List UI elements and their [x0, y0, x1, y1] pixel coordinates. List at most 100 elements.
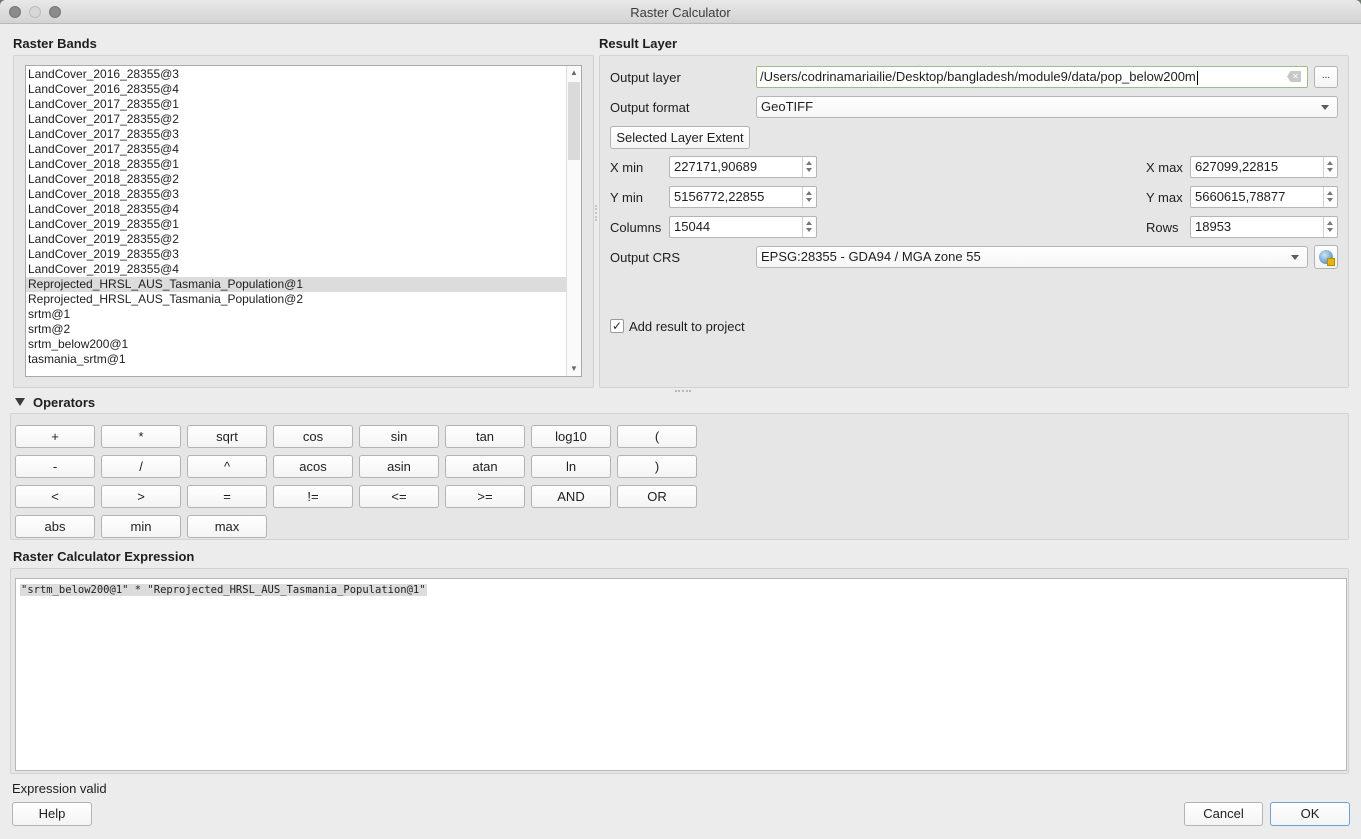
raster-band-item[interactable]: LandCover_2018_28355@4 — [26, 202, 566, 217]
rows-spinbox[interactable]: 18953 — [1190, 216, 1338, 238]
raster-band-item[interactable]: LandCover_2017_28355@4 — [26, 142, 566, 157]
operator-button[interactable]: > — [101, 485, 181, 508]
raster-band-item[interactable]: LandCover_2016_28355@4 — [26, 82, 566, 97]
xmax-spinbox[interactable]: 627099,22815 — [1190, 156, 1338, 178]
decrement-icon[interactable] — [1327, 228, 1333, 232]
operator-button[interactable]: ( — [617, 425, 697, 448]
bands-scrollbar[interactable]: ▲ ▼ — [566, 66, 581, 376]
xmax-value: 627099,22815 — [1195, 159, 1279, 174]
operator-button[interactable]: log10 — [531, 425, 611, 448]
scroll-up-icon[interactable]: ▲ — [567, 66, 581, 80]
operator-button[interactable]: = — [187, 485, 267, 508]
decrement-icon[interactable] — [806, 198, 812, 202]
add-to-project-label[interactable]: Add result to project — [629, 319, 745, 334]
help-button[interactable]: Help — [12, 802, 92, 826]
cancel-button[interactable]: Cancel — [1184, 802, 1263, 826]
increment-icon[interactable] — [1327, 221, 1333, 225]
xmin-stepper[interactable] — [802, 157, 816, 177]
raster-band-item[interactable]: Reprojected_HRSL_AUS_Tasmania_Population… — [26, 277, 566, 292]
operator-button[interactable]: < — [15, 485, 95, 508]
operator-button[interactable]: abs — [15, 515, 95, 538]
operator-button[interactable]: min — [101, 515, 181, 538]
operator-button[interactable]: sin — [359, 425, 439, 448]
clear-input-icon[interactable]: ✕ — [1287, 71, 1301, 82]
operator-button[interactable]: ^ — [187, 455, 267, 478]
select-crs-button[interactable] — [1314, 245, 1338, 269]
raster-band-item[interactable]: tasmania_srtm@1 — [26, 352, 566, 367]
operator-button[interactable]: <= — [359, 485, 439, 508]
output-crs-select[interactable]: EPSG:28355 - GDA94 / MGA zone 55 — [756, 246, 1308, 268]
ymax-stepper[interactable] — [1323, 187, 1337, 207]
operator-button[interactable]: ) — [617, 455, 697, 478]
columns-stepper[interactable] — [802, 217, 816, 237]
add-to-project-checkbox[interactable]: ✓ — [610, 319, 624, 333]
collapse-triangle-icon[interactable] — [15, 398, 25, 406]
operator-button[interactable]: max — [187, 515, 267, 538]
title-bar[interactable]: Raster Calculator — [0, 0, 1361, 24]
raster-band-item[interactable]: srtm@1 — [26, 307, 566, 322]
operator-button[interactable]: acos — [273, 455, 353, 478]
raster-band-item[interactable]: LandCover_2019_28355@3 — [26, 247, 566, 262]
operator-button[interactable]: tan — [445, 425, 525, 448]
increment-icon[interactable] — [806, 161, 812, 165]
operators-heading[interactable]: Operators — [33, 395, 95, 410]
raster-band-item[interactable]: LandCover_2017_28355@2 — [26, 112, 566, 127]
scroll-down-icon[interactable]: ▼ — [567, 362, 581, 376]
ymax-value: 5660615,78877 — [1195, 189, 1286, 204]
increment-icon[interactable] — [806, 191, 812, 195]
raster-band-item[interactable]: LandCover_2017_28355@3 — [26, 127, 566, 142]
raster-band-item[interactable]: srtm_below200@1 — [26, 337, 566, 352]
operator-button[interactable]: sqrt — [187, 425, 267, 448]
ok-button[interactable]: OK — [1270, 802, 1350, 826]
decrement-icon[interactable] — [1327, 198, 1333, 202]
browse-output-button[interactable]: ... — [1314, 66, 1338, 88]
raster-band-item[interactable]: LandCover_2017_28355@1 — [26, 97, 566, 112]
vertical-splitter-handle[interactable] — [595, 205, 597, 221]
decrement-icon[interactable] — [806, 228, 812, 232]
operator-button[interactable]: / — [101, 455, 181, 478]
horizontal-splitter-handle[interactable] — [675, 390, 691, 392]
operator-button[interactable]: != — [273, 485, 353, 508]
output-format-select[interactable]: GeoTIFF — [756, 96, 1338, 118]
ymin-stepper[interactable] — [802, 187, 816, 207]
increment-icon[interactable] — [1327, 161, 1333, 165]
raster-band-item[interactable]: LandCover_2018_28355@1 — [26, 157, 566, 172]
operator-button[interactable]: AND — [531, 485, 611, 508]
selected-layer-extent-button[interactable]: Selected Layer Extent — [610, 126, 750, 149]
operator-button[interactable]: * — [101, 425, 181, 448]
scroll-thumb[interactable] — [568, 82, 580, 160]
columns-spinbox[interactable]: 15044 — [669, 216, 817, 238]
raster-band-item[interactable]: LandCover_2019_28355@2 — [26, 232, 566, 247]
decrement-icon[interactable] — [806, 168, 812, 172]
xmax-stepper[interactable] — [1323, 157, 1337, 177]
operator-button[interactable]: asin — [359, 455, 439, 478]
operator-button[interactable]: OR — [617, 485, 697, 508]
operator-button[interactable]: atan — [445, 455, 525, 478]
ymin-label: Y min — [610, 190, 643, 205]
rows-stepper[interactable] — [1323, 217, 1337, 237]
raster-band-item[interactable]: srtm@2 — [26, 322, 566, 337]
raster-band-item[interactable]: Reprojected_HRSL_AUS_Tasmania_Population… — [26, 292, 566, 307]
operator-button[interactable]: + — [15, 425, 95, 448]
operator-button[interactable]: >= — [445, 485, 525, 508]
raster-bands-list[interactable]: LandCover_2016_28355@3 LandCover_2016_283… — [25, 65, 582, 377]
raster-band-item[interactable]: LandCover_2018_28355@2 — [26, 172, 566, 187]
xmin-spinbox[interactable]: 227171,90689 — [669, 156, 817, 178]
decrement-icon[interactable] — [1327, 168, 1333, 172]
ymin-value: 5156772,22855 — [674, 189, 765, 204]
raster-band-item[interactable]: LandCover_2016_28355@3 — [26, 67, 566, 82]
raster-band-item[interactable]: LandCover_2018_28355@3 — [26, 187, 566, 202]
operator-button[interactable]: - — [15, 455, 95, 478]
increment-icon[interactable] — [1327, 191, 1333, 195]
output-crs-value: EPSG:28355 - GDA94 / MGA zone 55 — [761, 249, 981, 264]
operator-button[interactable]: ln — [531, 455, 611, 478]
raster-band-item[interactable]: LandCover_2019_28355@4 — [26, 262, 566, 277]
increment-icon[interactable] — [806, 221, 812, 225]
expression-editor[interactable]: "srtm_below200@1" * "Reprojected_HRSL_AU… — [15, 578, 1347, 771]
ymax-spinbox[interactable]: 5660615,78877 — [1190, 186, 1338, 208]
raster-bands-items: LandCover_2016_28355@3 LandCover_2016_283… — [26, 67, 566, 367]
operator-button[interactable]: cos — [273, 425, 353, 448]
ymin-spinbox[interactable]: 5156772,22855 — [669, 186, 817, 208]
raster-band-item[interactable]: LandCover_2019_28355@1 — [26, 217, 566, 232]
output-layer-input[interactable]: /Users/codrinamariailie/Desktop/banglade… — [756, 66, 1308, 88]
